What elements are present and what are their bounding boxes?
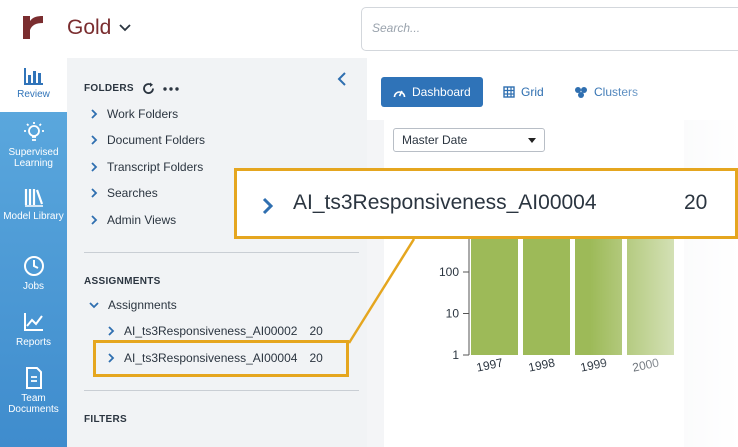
assignments-title: ASSIGNMENTS: [84, 276, 161, 287]
chevron-right-icon: [91, 135, 98, 145]
tab-label: Clusters: [594, 85, 639, 99]
rail-label: Jobs: [22, 281, 45, 292]
books-icon: [24, 189, 43, 207]
chevron-right-icon: [91, 109, 98, 119]
callout-assignment-count: 20: [684, 191, 708, 214]
y-tick-label: 100: [439, 265, 459, 279]
assignment-item-ai00002[interactable]: AI_ts3Responsiveness_AI00002 20: [108, 324, 323, 338]
chevron-down-icon: [89, 301, 99, 308]
divider: [84, 252, 359, 253]
folder-label: Transcript Folders: [107, 160, 204, 174]
folder-item-transcript-folders[interactable]: Transcript Folders: [91, 160, 203, 174]
rail-label: Supervised Learning: [8, 147, 59, 169]
grid-icon: [503, 86, 515, 98]
clock-icon: [23, 256, 44, 276]
folder-label: Searches: [107, 186, 158, 200]
callout-assignment-name: AI_ts3Responsiveness_AI00004: [293, 191, 597, 214]
assignment-count: 20: [309, 324, 323, 338]
rail-label: Review: [17, 89, 50, 100]
folder-panel: FOLDERS Work Folders Document Folders Tr…: [67, 58, 367, 447]
view-tabs: Dashboard Grid Clusters: [367, 58, 738, 120]
tab-label: Grid: [521, 85, 544, 99]
main-area: Dashboard Grid Clusters Master Date 1 10 1…: [367, 58, 738, 447]
chevron-right-icon: [91, 188, 98, 198]
collapse-panel-icon[interactable]: [337, 72, 347, 86]
rail-item-team-documents[interactable]: Team Documents: [0, 366, 67, 415]
rail-label: Team Documents: [8, 393, 59, 415]
more-options-icon[interactable]: [163, 86, 179, 91]
assignment-name: AI_ts3Responsiveness_AI00002: [124, 324, 298, 338]
gauge-icon: [393, 90, 406, 97]
lightbulb-icon: [23, 122, 44, 141]
assignments-group-label: Assignments: [108, 298, 177, 312]
clusters-icon: [575, 87, 587, 98]
rail-item-model-library[interactable]: Model Library: [0, 186, 67, 222]
rail-item-jobs[interactable]: Jobs: [0, 254, 67, 292]
y-tick-label: 1: [452, 348, 459, 362]
rail-item-review[interactable]: Review: [0, 66, 67, 100]
document-icon: [25, 367, 42, 389]
x-tick-label: 1997: [475, 355, 504, 374]
x-tick-label: 1999: [579, 355, 608, 374]
folder-item-admin-views[interactable]: Admin Views: [91, 213, 176, 227]
rail-label: Model Library: [3, 211, 64, 222]
folder-label: Admin Views: [107, 213, 177, 227]
chevron-right-icon: [91, 215, 98, 225]
x-tick-label: 1998: [527, 355, 556, 374]
tab-label: Dashboard: [412, 85, 471, 99]
chevron-right-icon: [262, 197, 274, 215]
bar-chart-icon: [23, 68, 43, 85]
x-tick-label: 2000: [631, 355, 660, 374]
folder-label: Document Folders: [107, 133, 206, 147]
divider: [84, 390, 359, 391]
tab-clusters[interactable]: Clusters: [562, 77, 650, 107]
rail-item-supervised-learning[interactable]: Supervised Learning: [0, 120, 67, 169]
zoom-callout: AI_ts3Responsiveness_AI00004 20: [234, 168, 738, 239]
chevron-down-icon: [119, 24, 131, 32]
top-header: Gold Search...: [0, 0, 738, 58]
assignments-group[interactable]: Assignments: [89, 298, 177, 312]
rail-label: Reports: [15, 337, 51, 348]
folder-item-searches[interactable]: Searches: [91, 186, 158, 200]
folders-title: FOLDERS: [84, 83, 134, 94]
tab-grid[interactable]: Grid: [491, 77, 556, 107]
rail-item-reports[interactable]: Reports: [0, 310, 67, 348]
line-chart-icon: [23, 313, 43, 331]
left-rail: Review Supervised Learning Model Library…: [0, 58, 67, 447]
search-placeholder: Search...: [372, 21, 421, 35]
folder-item-work-folders[interactable]: Work Folders: [91, 107, 178, 121]
refresh-icon[interactable]: [142, 82, 155, 95]
filters-title: FILTERS: [84, 414, 128, 425]
chevron-right-icon: [91, 162, 98, 172]
folder-label: Work Folders: [107, 107, 179, 121]
workspace-selector[interactable]: Gold: [67, 16, 131, 40]
tab-dashboard[interactable]: Dashboard: [381, 77, 483, 107]
workspace-name: Gold: [67, 16, 112, 39]
folders-header: FOLDERS: [84, 82, 179, 95]
relativity-logo-icon[interactable]: [20, 12, 46, 42]
highlight-box: [93, 340, 349, 377]
search-input[interactable]: Search...: [361, 7, 738, 51]
folder-item-document-folders[interactable]: Document Folders: [91, 133, 205, 147]
chevron-right-icon: [108, 326, 115, 336]
y-tick-label: 10: [446, 307, 460, 321]
